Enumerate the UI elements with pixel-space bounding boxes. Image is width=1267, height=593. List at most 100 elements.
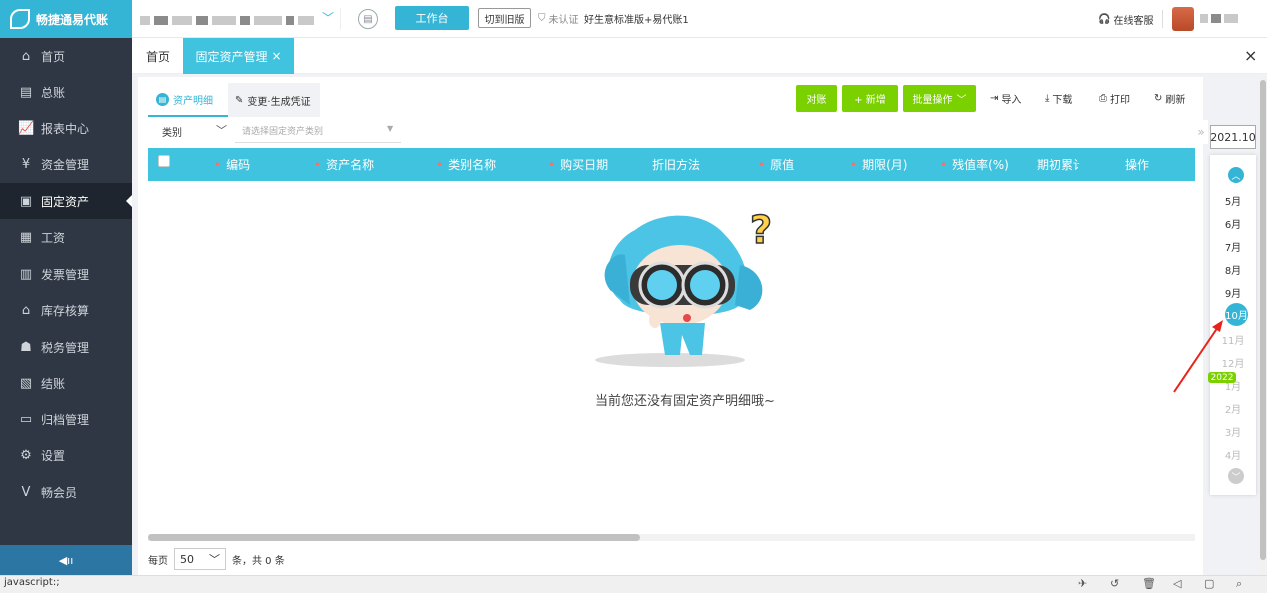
page-size-select[interactable]: 50 ﹀ <box>174 548 226 570</box>
tab-home[interactable]: 首页 <box>146 38 170 74</box>
app-logo[interactable]: 畅捷通易代账 <box>0 0 132 38</box>
column-header[interactable]: • 期限(月) <box>850 156 907 173</box>
sidebar-item-home[interactable]: ⌂ 首页 <box>0 38 132 74</box>
column-header[interactable]: • 类别名称 <box>436 156 496 173</box>
document-icon[interactable]: ▤ <box>358 9 378 29</box>
sidebar-item-invoice[interactable]: ▥ 发票管理 <box>0 256 132 292</box>
sidebar-item-vip[interactable]: V 畅会员 <box>0 474 132 510</box>
print-label: 打印 <box>1110 95 1130 106</box>
sidebar-item-tax[interactable]: ☗ 税务管理 <box>0 329 132 365</box>
column-header[interactable]: • 购买日期 <box>548 156 608 173</box>
rocket-icon[interactable]: ✈ <box>1078 577 1087 590</box>
batch-label: 批量操作 <box>912 95 953 106</box>
online-service-link[interactable]: 🎧 在线客服 <box>1098 12 1153 27</box>
chevron-down-icon[interactable]: ﹀ <box>322 9 334 26</box>
edit-icon: ✎ <box>235 94 244 106</box>
history-icon[interactable]: ↺ <box>1110 577 1119 590</box>
empty-state-text: 当前您还没有固定资产明细哦~ <box>595 394 775 409</box>
select-all-checkbox[interactable] <box>158 155 170 167</box>
column-header[interactable]: 操作 <box>1125 156 1149 173</box>
sidebar-item-archive[interactable]: ▭ 归档管理 <box>0 401 132 437</box>
import-button[interactable]: ⇥ 导入 <box>990 91 1021 106</box>
month-item[interactable]: 2月 <box>1210 401 1256 416</box>
column-header[interactable]: 折旧方法 <box>652 156 700 173</box>
sidebar: ⌂ 首页 ▤ 总账 📈 报表中心 ¥ 资金管理 ▣ 固定资产 ▦ 工资 ▥ 发票管理 ⌂ 库存核… <box>0 38 132 575</box>
collapse-sidebar-button[interactable]: ◀ıı <box>0 545 132 575</box>
logo-text: 畅捷通易代账 <box>36 12 109 27</box>
month-item[interactable]: 5月 <box>1210 193 1256 208</box>
tab-fixed-asset-management[interactable]: 固定资产管理 × <box>183 38 294 74</box>
trash-icon[interactable]: 🗑 <box>1142 577 1156 590</box>
refresh-button[interactable]: ↻ 刷新 <box>1154 91 1185 106</box>
chevron-down-icon[interactable]: ﹀ <box>216 122 227 138</box>
sidebar-item-ledger[interactable]: ▤ 总账 <box>0 74 132 110</box>
archive-icon: ▭ <box>19 411 33 427</box>
username-blurred[interactable] <box>1200 14 1238 23</box>
horizontal-scroll-thumb[interactable] <box>148 534 640 541</box>
status-bar <box>0 575 1267 593</box>
month-item[interactable]: 6月 <box>1210 216 1256 231</box>
subtab-change-voucher[interactable]: ✎ 变更·生成凭证 <box>228 83 320 117</box>
column-header[interactable]: • 残值率(%) <box>940 156 1009 173</box>
cert-status[interactable]: ⛉ 未认证 <box>538 11 579 26</box>
download-label: 下载 <box>1052 95 1073 106</box>
sidebar-item-settings[interactable]: ⚙ 设置 <box>0 437 132 473</box>
company-selector[interactable] <box>140 10 340 30</box>
category-select[interactable]: 请选择固定资产类别 <box>235 119 401 143</box>
column-header[interactable]: • 资产名称 <box>314 156 374 173</box>
month-item[interactable]: 8月 <box>1210 262 1256 277</box>
old-version-button[interactable]: 切到旧版 <box>478 8 531 28</box>
print-button[interactable]: ⎙ 打印 <box>1099 91 1130 106</box>
month-item[interactable]: 3月 <box>1210 424 1256 439</box>
sidebar-item-checkout[interactable]: ▧ 结账 <box>0 365 132 401</box>
window-icon[interactable]: ▢ <box>1204 577 1214 590</box>
sidebar-item-label: 工资 <box>41 230 66 245</box>
sidebar-item-label: 结账 <box>41 376 66 391</box>
column-label: 折旧方法 <box>652 158 701 172</box>
sidebar-item-funds[interactable]: ¥ 资金管理 <box>0 146 132 182</box>
current-period[interactable]: 2021.10 <box>1210 125 1256 149</box>
sidebar-item-inventory[interactable]: ⌂ 库存核算 <box>0 292 132 328</box>
zoom-icon[interactable]: ⌕ <box>1236 577 1242 591</box>
add-button[interactable]: + 新增 <box>842 85 898 112</box>
batch-operation-button[interactable]: 批量操作 ﹀ <box>903 85 976 112</box>
month-item[interactable]: 9月 <box>1210 285 1256 300</box>
avatar[interactable] <box>1172 7 1194 31</box>
column-header[interactable]: 期初累计 <box>1037 156 1079 173</box>
empty-state-mascot: ? <box>595 207 773 367</box>
month-item[interactable]: 4月 <box>1210 447 1256 462</box>
subtab-asset-detail[interactable]: ▤ 资产明细 <box>148 83 228 117</box>
table-header: • 编码 • 资产名称 • 类别名称 • 购买日期 折旧方法 • 原值 • 期限(月) • 残… <box>148 148 1195 181</box>
svg-text:?: ? <box>750 208 772 252</box>
home-icon: ⌂ <box>21 48 31 64</box>
sidebar-item-label: 总账 <box>41 85 66 100</box>
scroll-down-icon[interactable]: ﹀ <box>1228 468 1244 484</box>
column-header[interactable]: • 编码 <box>214 156 250 173</box>
download-button[interactable]: ⤓ 下载 <box>1045 91 1072 106</box>
column-label: 编码 <box>226 158 251 172</box>
month-item-active[interactable]: 10月 <box>1225 303 1248 326</box>
sidebar-item-label: 固定资产 <box>41 194 90 209</box>
chart-icon: 📈 <box>18 120 35 136</box>
sidebar-item-label: 畅会员 <box>41 485 78 500</box>
warehouse-icon: ⌂ <box>21 302 31 318</box>
dropdown-arrow-icon: ▼ <box>387 124 394 133</box>
sidebar-item-salary[interactable]: ▦ 工资 <box>0 219 132 255</box>
workbench-button[interactable]: 工作台 <box>395 6 469 30</box>
tab-label: 固定资产管理 <box>195 49 268 64</box>
column-header[interactable]: • 原值 <box>758 156 794 173</box>
status-url: javascript:; <box>4 577 60 588</box>
reconcile-button[interactable]: 对账 <box>796 85 837 112</box>
divider <box>340 8 341 30</box>
cert-status-text: 未认证 <box>548 15 579 26</box>
sidebar-item-reports[interactable]: 📈 报表中心 <box>0 110 132 146</box>
close-icon[interactable]: × <box>271 49 281 63</box>
scroll-up-icon[interactable]: ︿ <box>1228 167 1244 183</box>
close-tabs-icon[interactable]: × <box>1244 46 1257 65</box>
month-item[interactable]: 7月 <box>1210 239 1256 254</box>
sound-icon[interactable]: ◁ <box>1173 577 1181 590</box>
sidebar-item-fixed-assets[interactable]: ▣ 固定资产 <box>0 183 132 219</box>
vertical-scroll-thumb[interactable] <box>1260 80 1266 560</box>
annotation-arrow <box>1173 320 1223 393</box>
expand-panel-icon[interactable]: » <box>1194 120 1208 144</box>
